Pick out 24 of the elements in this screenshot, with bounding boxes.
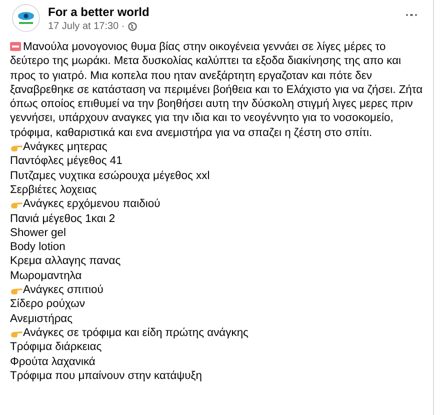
- list-item: Shower gel: [10, 226, 66, 240]
- list-item: Σίδερο ρούχων: [10, 297, 85, 312]
- list-item: Παντόφλες μέγεθος 41: [10, 154, 122, 169]
- section-heading: Ανάγκες μητερας: [23, 140, 108, 154]
- list-item: Μωρομαντηλα: [10, 268, 82, 284]
- list-item: Body lotion: [10, 240, 66, 254]
- list-item: Κρεμα αλλαγης πανας: [10, 254, 121, 269]
- list-item: Τρόφιμα που μπαίνουν στην κατάψυξη: [10, 368, 202, 384]
- section-heading: Ανάγκες ερχόμενου παιδιού: [23, 197, 160, 212]
- list-item: Τρόφιμα διάρκειας: [10, 340, 102, 355]
- globe-icon: [128, 22, 137, 30]
- list-item: Πανιά μέγεθος 1και 2: [10, 212, 116, 226]
- post-time[interactable]: 17 July at 17:30 ·: [48, 20, 125, 32]
- section-heading: Ανάγκες σε τρόφιμα και είδη πρώτης ανάγκης: [23, 326, 248, 340]
- list-item: Σερβιέτες λοχειας: [10, 182, 97, 198]
- section-heading: Ανάγκες σπιτιού: [23, 283, 104, 298]
- list-item: Φρούτα λαχανικά: [10, 354, 96, 369]
- list-item: Πυτζαμες νυχτικα εσώρουχα μέγεθος xxl: [10, 168, 210, 183]
- list-item: Ανεμιστήρας: [10, 312, 73, 326]
- post-text: Μανούλα μονογονιος θυμα βίας στην οικογένεια γεννάει σε λίγες μέρες το δεύτερο της μωράκι. Μετα δυσκολίας καλύπτει τα εξοδα διακίνησης της απο και προς το γιατρό. Μια κοπελα που ηταν ανεξάρτητη εργαζοταν και πότε δεν ξαναβρεθηκε σε κατάσταση να περιμένει βοήθεια και το Ελάχιστο για να ζήσει. Ζήτα όπως οποίος επιθυμεί να την βοηθήσει αυτη την δύσκολη στιγμή λιγες μερες πριν γεννήσει, υπάρχουν αναγκες για την ιδια και το νεογέννητο για το νοσοκομείο, τρόφιμα, καθαριστικά και ενα ανεμιστήρα για να σπαζει η ζέστη στο σπίτι.: [10, 40, 424, 140]
- avatar-logo[interactable]: [12, 4, 40, 32]
- badge-icon: [10, 42, 21, 51]
- author-name[interactable]: For a better world: [48, 4, 396, 18]
- more-options-icon[interactable]: [404, 12, 419, 18]
